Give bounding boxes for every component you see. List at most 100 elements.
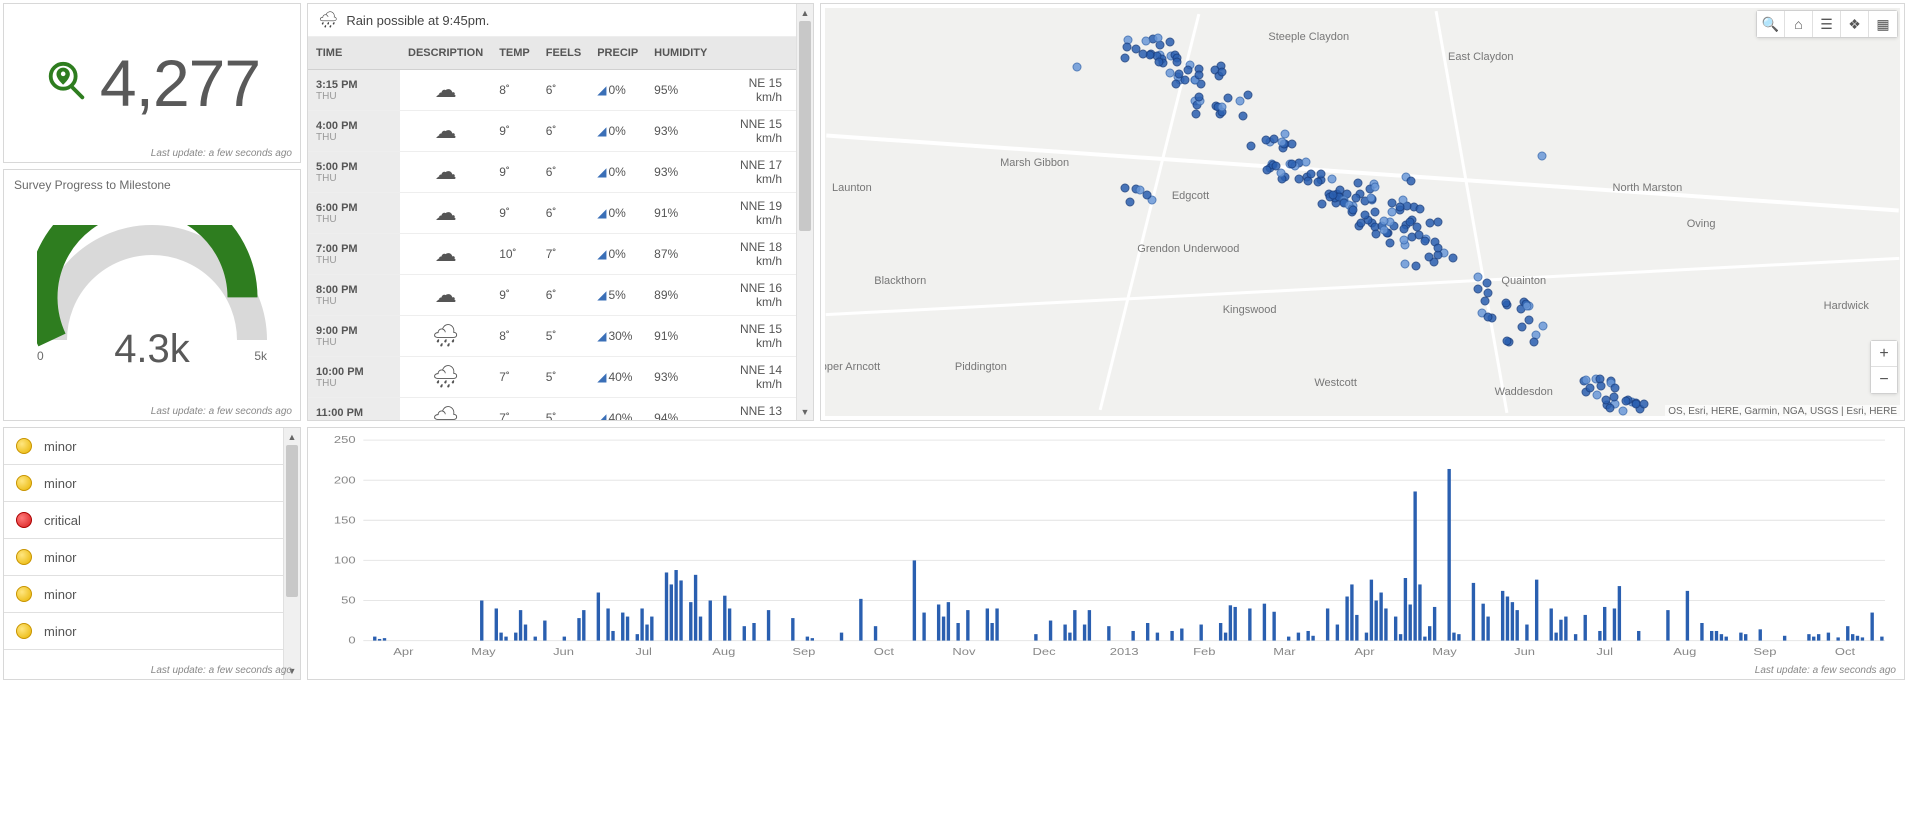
map-data-point[interactable] bbox=[1313, 178, 1322, 187]
map-basemap-button[interactable]: ▦ bbox=[1869, 11, 1897, 37]
alert-row[interactable]: minor bbox=[4, 576, 283, 613]
map-data-point[interactable] bbox=[1360, 210, 1369, 219]
map-data-point[interactable] bbox=[1385, 239, 1394, 248]
map-data-point[interactable] bbox=[1272, 162, 1281, 171]
map-data-point[interactable] bbox=[1412, 262, 1421, 271]
map-data-point[interactable] bbox=[1538, 151, 1547, 160]
map-data-point[interactable] bbox=[1502, 336, 1511, 345]
weather-scrollbar[interactable]: ▲ ▼ bbox=[796, 4, 813, 420]
map-data-point[interactable] bbox=[1295, 175, 1304, 184]
map-data-point[interactable] bbox=[1621, 396, 1630, 405]
map-data-point[interactable] bbox=[1072, 62, 1081, 71]
alert-row[interactable]: critical bbox=[4, 502, 283, 539]
map-home-button[interactable]: ⌂ bbox=[1785, 11, 1813, 37]
map-data-point[interactable] bbox=[1351, 194, 1360, 203]
map-data-point[interactable] bbox=[1120, 54, 1129, 63]
map-data-point[interactable] bbox=[1287, 139, 1296, 148]
map-data-point[interactable] bbox=[1518, 323, 1527, 332]
map-data-point[interactable] bbox=[1484, 313, 1493, 322]
map-data-point[interactable] bbox=[1348, 206, 1357, 215]
map-data-point[interactable] bbox=[1195, 93, 1204, 102]
map-legend-button[interactable]: ☰ bbox=[1813, 11, 1841, 37]
alert-row[interactable]: minor bbox=[4, 465, 283, 502]
map-data-point[interactable] bbox=[1371, 208, 1380, 217]
map-data-point[interactable] bbox=[1194, 71, 1203, 80]
map-data-point[interactable] bbox=[1522, 301, 1531, 310]
map-data-point[interactable] bbox=[1473, 272, 1482, 281]
map-data-point[interactable] bbox=[1184, 66, 1193, 75]
alerts-scrollbar[interactable]: ▲ ▼ bbox=[283, 428, 300, 679]
map-data-point[interactable] bbox=[1192, 110, 1201, 119]
map-data-point[interactable] bbox=[1155, 58, 1164, 67]
map-data-point[interactable] bbox=[1301, 158, 1310, 167]
map-data-point[interactable] bbox=[1406, 177, 1415, 186]
map-search-button[interactable]: 🔍 bbox=[1757, 11, 1785, 37]
map-data-point[interactable] bbox=[1123, 43, 1132, 52]
map-data-point[interactable] bbox=[1592, 391, 1601, 400]
map-data-point[interactable] bbox=[1328, 175, 1337, 184]
map-data-point[interactable] bbox=[1609, 393, 1618, 402]
map-data-point[interactable] bbox=[1317, 199, 1326, 208]
scroll-up-button[interactable]: ▲ bbox=[797, 4, 813, 21]
alert-row[interactable]: minor bbox=[4, 539, 283, 576]
map-data-point[interactable] bbox=[1223, 94, 1232, 103]
map-data-point[interactable] bbox=[1426, 219, 1435, 228]
map-data-point[interactable] bbox=[1380, 226, 1389, 235]
map-data-point[interactable] bbox=[1421, 237, 1430, 246]
scroll-down-button[interactable]: ▼ bbox=[797, 403, 813, 420]
map-panel[interactable]: Steeple ClaydonEast ClaydonMarsh GibbonN… bbox=[820, 3, 1905, 421]
map-data-point[interactable] bbox=[1218, 103, 1227, 112]
map-data-point[interactable] bbox=[1619, 406, 1628, 415]
map-layers-button[interactable]: ❖ bbox=[1841, 11, 1869, 37]
map-data-point[interactable] bbox=[1172, 80, 1181, 89]
map-data-point[interactable] bbox=[1473, 284, 1482, 293]
map-data-point[interactable] bbox=[1175, 70, 1184, 79]
alert-row[interactable]: minor bbox=[4, 428, 283, 465]
map-data-point[interactable] bbox=[1126, 197, 1135, 206]
map-data-point[interactable] bbox=[1380, 216, 1389, 225]
map-data-point[interactable] bbox=[1399, 225, 1408, 234]
map-data-point[interactable] bbox=[1415, 205, 1424, 214]
map-data-point[interactable] bbox=[1120, 183, 1129, 192]
map-data-point[interactable] bbox=[1172, 57, 1181, 66]
map-data-point[interactable] bbox=[1278, 137, 1287, 146]
map-data-point[interactable] bbox=[1166, 37, 1175, 46]
map-data-point[interactable] bbox=[1329, 191, 1338, 200]
map-data-point[interactable] bbox=[1288, 160, 1297, 169]
map-data-point[interactable] bbox=[1480, 296, 1489, 305]
map-data-point[interactable] bbox=[1401, 260, 1410, 269]
map-data-point[interactable] bbox=[1424, 252, 1433, 261]
scroll-up-button[interactable]: ▲ bbox=[284, 428, 300, 445]
map-data-point[interactable] bbox=[1538, 321, 1547, 330]
map-data-point[interactable] bbox=[1139, 50, 1148, 59]
map-data-point[interactable] bbox=[1244, 91, 1253, 100]
map-data-point[interactable] bbox=[1596, 381, 1605, 390]
map-data-point[interactable] bbox=[1153, 34, 1162, 43]
map-data-point[interactable] bbox=[1610, 383, 1619, 392]
map-data-point[interactable] bbox=[1354, 178, 1363, 187]
map-data-point[interactable] bbox=[1246, 142, 1255, 151]
map-zoom-in-button[interactable]: + bbox=[1871, 341, 1897, 367]
map-data-point[interactable] bbox=[1366, 194, 1375, 203]
map-data-point[interactable] bbox=[1143, 190, 1152, 199]
map-data-point[interactable] bbox=[1217, 68, 1226, 77]
map-data-point[interactable] bbox=[1582, 376, 1591, 385]
map-data-point[interactable] bbox=[1238, 111, 1247, 120]
map-data-point[interactable] bbox=[1433, 243, 1442, 252]
map-data-point[interactable] bbox=[1356, 219, 1365, 228]
map-data-point[interactable] bbox=[1482, 279, 1491, 288]
map-data-point[interactable] bbox=[1235, 96, 1244, 105]
map-data-point[interactable] bbox=[1307, 169, 1316, 178]
map-data-point[interactable] bbox=[1370, 182, 1379, 191]
map-data-point[interactable] bbox=[1142, 37, 1151, 46]
map-data-point[interactable] bbox=[1166, 69, 1175, 78]
map-data-point[interactable] bbox=[1395, 202, 1404, 211]
map-data-point[interactable] bbox=[1406, 217, 1415, 226]
map-data-point[interactable] bbox=[1269, 135, 1278, 144]
map-data-point[interactable] bbox=[1449, 253, 1458, 262]
map-data-point[interactable] bbox=[1529, 337, 1538, 346]
map-zoom-out-button[interactable]: − bbox=[1871, 367, 1897, 393]
map-data-point[interactable] bbox=[1502, 298, 1511, 307]
alert-row[interactable]: minor bbox=[4, 613, 283, 650]
map-data-point[interactable] bbox=[1639, 399, 1648, 408]
